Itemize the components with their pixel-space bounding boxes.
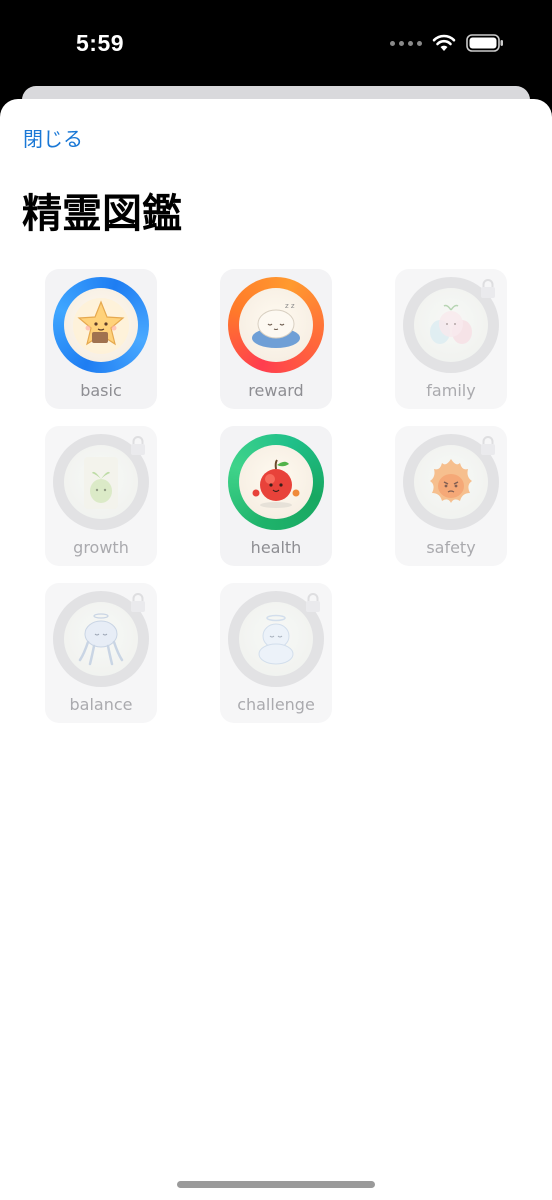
spirit-tile-safety[interactable]: safety <box>395 426 507 566</box>
spirit-tile-reward[interactable]: z z reward <box>220 269 332 409</box>
spirit-label: reward <box>248 381 304 400</box>
spirit-label: safety <box>426 538 476 557</box>
lock-icon <box>481 436 495 455</box>
spirit-encyclopedia-sheet: 閉じる 精霊図鑑 basic z z reward family growth … <box>0 99 552 1200</box>
page-title: 精霊図鑑 <box>22 191 182 237</box>
halo-spirit-icon <box>239 602 313 676</box>
sleepy-cloud-spirit-icon: z z <box>239 288 313 362</box>
status-time: 5:59 <box>76 30 125 56</box>
battery-icon <box>466 34 503 52</box>
sprout-spirit-icon <box>64 445 138 519</box>
wifi-icon <box>432 34 456 51</box>
spirit-label: balance <box>69 695 133 714</box>
status-bar: 5:59 <box>0 0 552 90</box>
flame-spirit-icon <box>414 445 488 519</box>
lock-icon <box>131 593 145 612</box>
status-icons <box>390 34 504 52</box>
spirit-label: challenge <box>237 695 315 714</box>
spirit-tile-basic[interactable]: basic <box>45 269 157 409</box>
spirit-family-icon <box>414 288 488 362</box>
close-button[interactable]: 閉じる <box>23 123 83 152</box>
spirit-tile-balance[interactable]: balance <box>45 583 157 723</box>
spirit-tile-family[interactable]: family <box>395 269 507 409</box>
jellyfish-spirit-icon <box>64 602 138 676</box>
spirit-tile-health[interactable]: health <box>220 426 332 566</box>
spirit-label: growth <box>73 538 129 557</box>
star-spirit-icon <box>64 288 138 362</box>
progress-ring: z z <box>228 277 324 373</box>
lock-icon <box>131 436 145 455</box>
lock-icon <box>481 279 495 298</box>
apple-spirit-icon <box>239 445 313 519</box>
svg-text:z z: z z <box>285 302 295 310</box>
home-indicator[interactable] <box>177 1181 375 1188</box>
progress-ring <box>53 277 149 373</box>
progress-ring <box>228 434 324 530</box>
cellular-signal-icon <box>390 40 422 46</box>
lock-icon <box>306 593 320 612</box>
spirit-label: family <box>426 381 476 400</box>
spirit-tile-challenge[interactable]: challenge <box>220 583 332 723</box>
spirit-label: basic <box>80 381 122 400</box>
spirit-tile-growth[interactable]: growth <box>45 426 157 566</box>
spirit-label: health <box>250 538 302 557</box>
